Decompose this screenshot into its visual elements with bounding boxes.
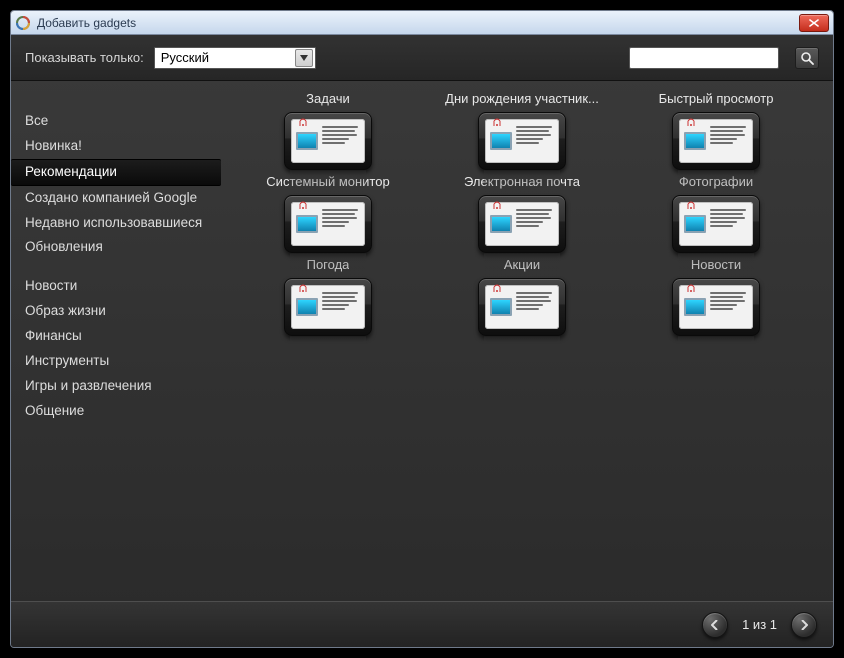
- gadget-title: Фотографии: [679, 174, 753, 189]
- search-input-wrap: [629, 47, 779, 69]
- gadget-title: Акции: [504, 257, 540, 272]
- sidebar-item-label: Общение: [25, 403, 84, 418]
- gadget-thumbnail: [478, 278, 566, 336]
- gadget-grid: Задачи Дни рождения участник... Быстрый пр…: [231, 81, 833, 601]
- gadget-thumbnail: [478, 112, 566, 170]
- gadget-title: Погода: [307, 257, 350, 272]
- gadget-thumbnail: [284, 278, 372, 336]
- add-gadgets-window: Добавить gadgets Показывать только: Русс…: [10, 10, 834, 648]
- sidebar-item-label: Финансы: [25, 328, 82, 343]
- gadget-title: Быстрый просмотр: [659, 91, 774, 106]
- gadget-title: Системный монитор: [266, 174, 389, 189]
- app-icon: [15, 15, 31, 31]
- sidebar-item-label: Образ жизни: [25, 303, 106, 318]
- sidebar-item-new[interactable]: Новинка!: [11, 134, 231, 159]
- sidebar-item-social[interactable]: Общение: [11, 399, 231, 424]
- sidebar-item-label: Инструменты: [25, 353, 109, 368]
- gadget-tasks[interactable]: Задачи: [233, 91, 423, 170]
- gadget-title: Новости: [691, 257, 741, 272]
- footer: 1 из 1: [11, 601, 833, 647]
- gadget-title: Дни рождения участник...: [445, 91, 599, 106]
- sidebar-item-label: Все: [25, 113, 48, 128]
- gadget-quickview[interactable]: Быстрый просмотр: [621, 91, 811, 170]
- gadget-photos[interactable]: Фотографии: [621, 174, 811, 253]
- sidebar-item-google[interactable]: Создано компанией Google: [11, 186, 231, 211]
- sidebar-item-label: Недавно использовавшиеся: [25, 215, 202, 230]
- window-title: Добавить gadgets: [37, 16, 136, 30]
- gadget-stocks[interactable]: Акции: [427, 257, 617, 336]
- sidebar-item-updates[interactable]: Обновления: [11, 235, 231, 260]
- gadget-thumbnail: [672, 278, 760, 336]
- sidebar-item-label: Игры и развлечения: [25, 378, 152, 393]
- gadget-thumbnail: [284, 195, 372, 253]
- gadget-thumbnail: [478, 195, 566, 253]
- gadget-title: Электронная почта: [464, 174, 580, 189]
- gadget-email[interactable]: Электронная почта: [427, 174, 617, 253]
- sidebar-item-label: Создано компанией Google: [25, 190, 197, 205]
- chevron-right-icon: [800, 620, 808, 630]
- gadget-thumbnail: [284, 112, 372, 170]
- gadget-weather[interactable]: Погода: [233, 257, 423, 336]
- search-button[interactable]: [795, 47, 819, 69]
- sidebar-item-tools[interactable]: Инструменты: [11, 349, 231, 374]
- search-input[interactable]: [630, 48, 778, 68]
- gadget-thumbnail: [672, 195, 760, 253]
- language-select[interactable]: Русский: [154, 47, 316, 69]
- sidebar-item-label: Рекомендации: [25, 164, 117, 179]
- dropdown-arrow-icon: [295, 49, 313, 67]
- sidebar-item-lifestyle[interactable]: Образ жизни: [11, 299, 231, 324]
- gadget-thumbnail: [672, 112, 760, 170]
- prev-page-button[interactable]: [702, 612, 728, 638]
- sidebar-item-recom[interactable]: Рекомендации: [11, 159, 221, 186]
- sidebar-item-label: Обновления: [25, 239, 103, 254]
- sidebar-item-all[interactable]: Все: [11, 109, 231, 134]
- sidebar-item-recent[interactable]: Недавно использовавшиеся: [11, 211, 231, 236]
- sidebar-item-finance[interactable]: Финансы: [11, 324, 231, 349]
- gadget-birthdays[interactable]: Дни рождения участник...: [427, 91, 617, 170]
- next-page-button[interactable]: [791, 612, 817, 638]
- filter-toolbar: Показывать только: Русский: [11, 35, 833, 81]
- sidebar-item-games[interactable]: Игры и развлечения: [11, 374, 231, 399]
- sidebar-item-news[interactable]: Новости: [11, 274, 231, 299]
- filter-label: Показывать только:: [25, 50, 144, 65]
- chevron-left-icon: [711, 620, 719, 630]
- sidebar-item-label: Новинка!: [25, 138, 82, 153]
- page-indicator: 1 из 1: [742, 617, 777, 632]
- gadget-title: Задачи: [306, 91, 350, 106]
- close-button[interactable]: [799, 14, 829, 32]
- gadget-sysmon[interactable]: Системный монитор: [233, 174, 423, 253]
- language-select-value: Русский: [161, 50, 295, 65]
- sidebar-gap: [11, 260, 231, 274]
- category-sidebar: Все Новинка! Рекомендации Создано компанией…: [11, 81, 231, 601]
- sidebar-item-label: Новости: [25, 278, 77, 293]
- titlebar: Добавить gadgets: [11, 11, 833, 35]
- search-icon: [800, 51, 814, 65]
- gadget-news2[interactable]: Новости: [621, 257, 811, 336]
